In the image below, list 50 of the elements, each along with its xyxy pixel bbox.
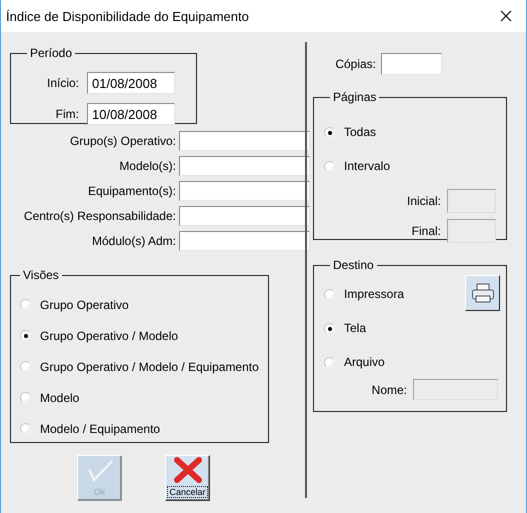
field-label: Grupo(s) Operativo: (68, 134, 176, 148)
radio-button[interactable] (324, 288, 335, 300)
radio-label: Modelo / Equipamento (40, 422, 160, 436)
radio-label: Intervalo (344, 159, 390, 173)
input-field[interactable] (179, 156, 310, 176)
radio-label: Modelo (40, 390, 80, 404)
field-label: Equipamento(s): (86, 184, 176, 198)
radio-label: Grupo Operativo / Modelo (40, 328, 178, 342)
printer-icon (470, 283, 494, 303)
group-title: Páginas (332, 91, 378, 103)
input-field[interactable]: 10/08/2008 (87, 103, 175, 125)
field-label: Cópias: (334, 57, 376, 71)
radio-button[interactable] (20, 299, 31, 310)
field-label: Fim: (54, 107, 79, 121)
input-field[interactable] (179, 181, 310, 201)
radio-button[interactable] (20, 423, 31, 434)
input-field[interactable] (179, 206, 310, 226)
radio-button[interactable] (20, 361, 31, 372)
group-title: Período (29, 47, 74, 59)
radio-button[interactable] (324, 126, 335, 138)
field-label: Inicial: (406, 194, 441, 208)
field-label: Centro(s) Responsabilidade: (22, 209, 176, 223)
field-label: Início: (46, 76, 79, 90)
field-label: Módulo(s) Adm: (90, 234, 176, 248)
input-field[interactable] (381, 53, 442, 75)
radio-label: Tela (344, 321, 366, 335)
radio-label: Impressora (344, 287, 404, 301)
radio-button[interactable] (20, 330, 31, 341)
input-field[interactable] (179, 231, 310, 251)
radio-button[interactable] (324, 356, 335, 368)
radio-button[interactable] (324, 322, 335, 334)
cancel-button[interactable]: Cancelar (165, 455, 210, 501)
field-label: Modelo(s): (118, 159, 176, 173)
close-icon[interactable] (500, 10, 512, 22)
radio-label: Grupo Operativo (40, 298, 129, 312)
field-label: Nome: (370, 382, 407, 396)
group-title: Visões (22, 269, 60, 281)
radio-button[interactable] (324, 160, 335, 172)
radio-button[interactable] (20, 392, 31, 403)
check-icon (86, 458, 114, 484)
input-field[interactable] (179, 131, 310, 151)
group-title: Destino (332, 259, 375, 271)
window-title: Índice de Disponibilidade do Equipamento (6, 8, 249, 24)
field-label: Final: (410, 224, 441, 238)
radio-label: Todas (344, 125, 376, 139)
radio-label: Grupo Operativo / Modelo / Equipamento (40, 360, 259, 374)
print-button[interactable] (465, 275, 500, 311)
close-icon (172, 456, 202, 484)
input-field[interactable]: 01/08/2008 (87, 72, 175, 94)
radio-label: Arquivo (344, 355, 385, 369)
